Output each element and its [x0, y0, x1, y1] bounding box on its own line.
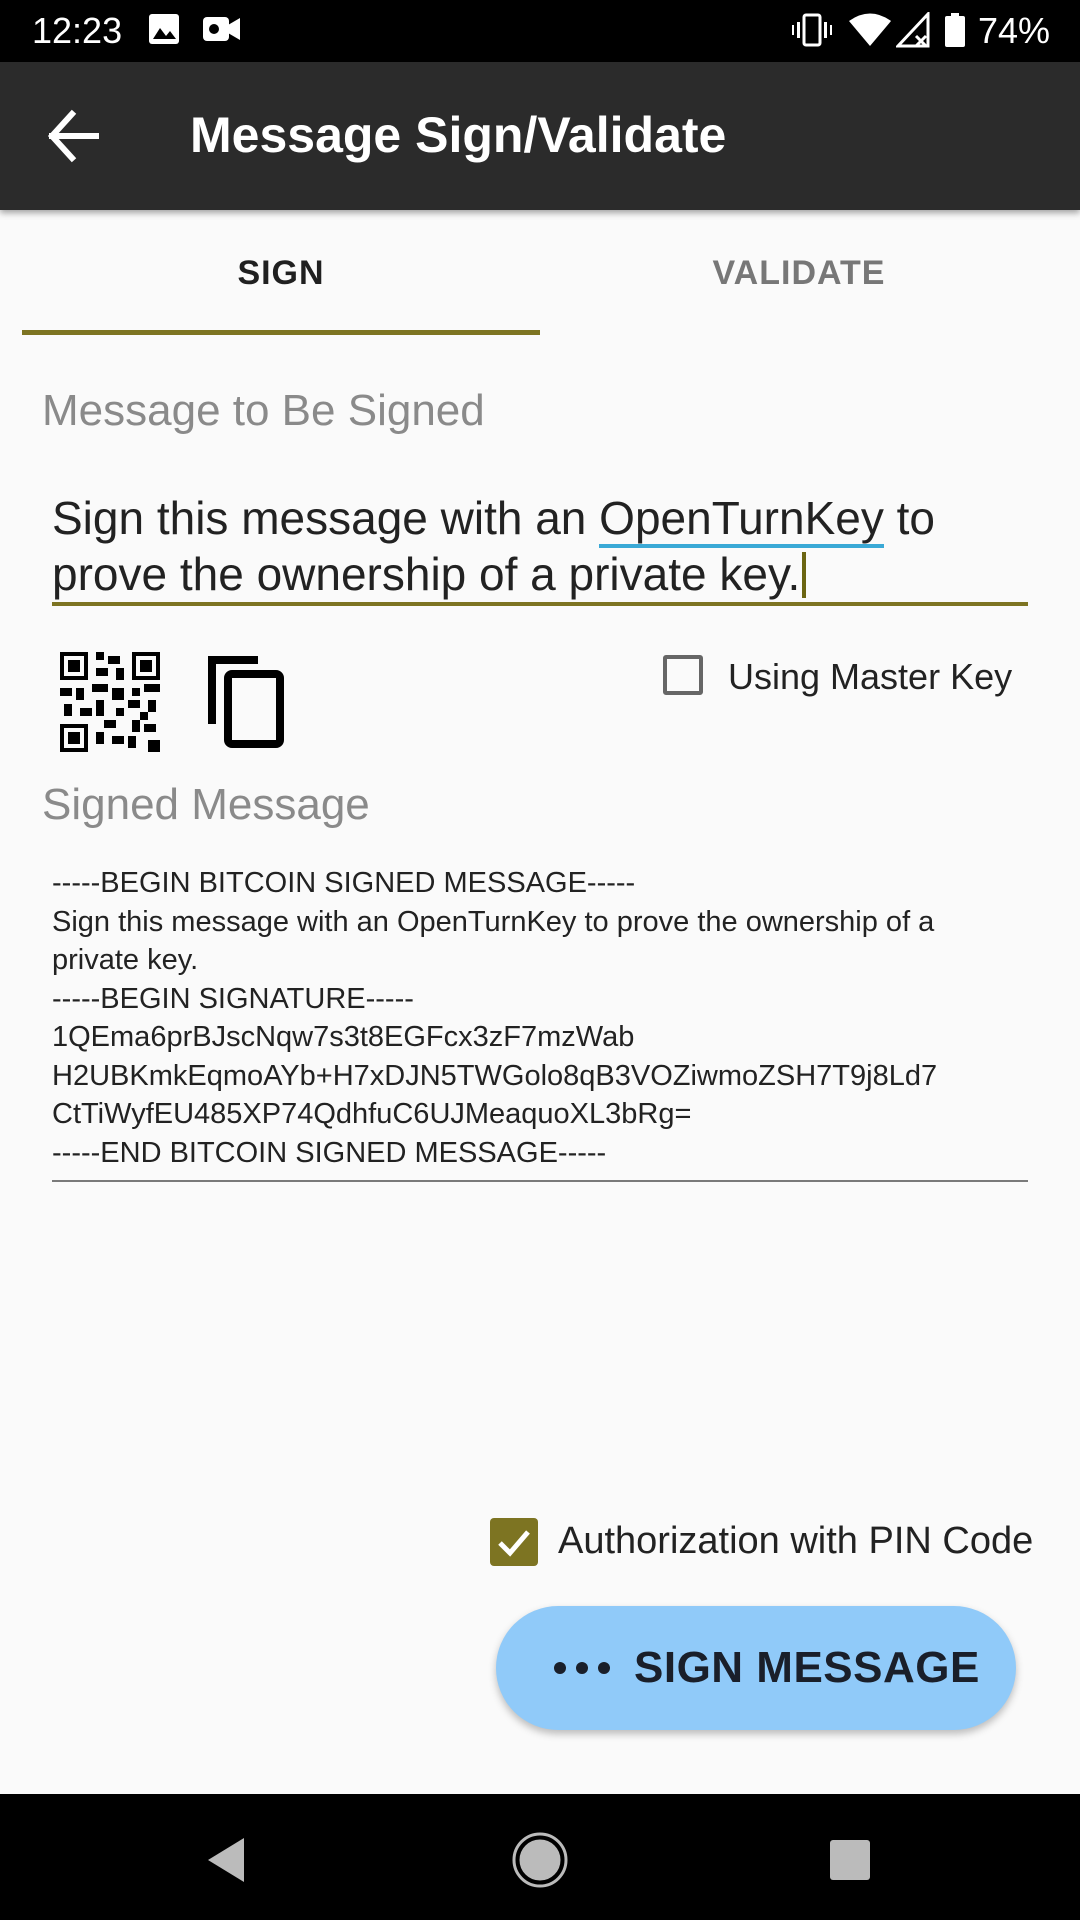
message-text-part2: to — [883, 492, 935, 544]
copy-button[interactable] — [206, 654, 286, 750]
signed-message-line: Sign this message with an OpenTurnKey to… — [52, 905, 935, 938]
status-time: 12:23 — [32, 10, 123, 51]
master-key-checkbox[interactable] — [663, 655, 703, 695]
video-camera-icon — [202, 12, 242, 51]
sign-message-label: SIGN MESSAGE — [634, 1643, 980, 1692]
qr-code-button[interactable] — [60, 652, 160, 752]
system-nav-bar — [0, 1794, 1080, 1920]
pin-auth-label: Authorization with PIN Code — [558, 1520, 1034, 1562]
nav-back-icon — [208, 1838, 244, 1882]
signal-icon — [894, 10, 930, 53]
signed-message-field[interactable]: -----BEGIN BITCOIN SIGNED MESSAGE----- S… — [52, 864, 1028, 1182]
pin-auth-checkbox[interactable] — [490, 1518, 538, 1566]
more-dots-icon — [554, 1662, 610, 1674]
text-caret — [802, 552, 807, 598]
battery-percent: 74% — [978, 10, 1051, 51]
nav-recents-button[interactable] — [820, 1830, 880, 1890]
signed-message-line: -----END BITCOIN SIGNED MESSAGE----- — [52, 1136, 607, 1169]
master-key-label: Using Master Key — [728, 656, 1013, 697]
nav-recents-icon — [830, 1840, 870, 1880]
vibrate-icon — [792, 12, 832, 53]
signed-message-line: -----BEGIN BITCOIN SIGNED MESSAGE----- — [52, 867, 636, 899]
qr-code-icon — [60, 652, 160, 752]
message-field-label: Message to Be Signed — [42, 386, 485, 435]
back-button[interactable] — [44, 108, 104, 164]
page-title: Message Sign/Validate — [190, 107, 727, 163]
copy-icon — [208, 656, 284, 748]
app-bar: Message Sign/Validate — [0, 62, 1080, 210]
battery-icon — [944, 12, 966, 53]
signed-message-label: Signed Message — [42, 780, 370, 829]
wifi-icon — [848, 12, 892, 53]
nav-home-button[interactable] — [510, 1830, 570, 1890]
message-input[interactable]: Sign this message with an OpenTurnKey to… — [52, 490, 1028, 606]
signed-message-line: -----BEGIN SIGNATURE----- — [52, 982, 414, 1015]
sign-message-button[interactable]: SIGN MESSAGE — [496, 1606, 1016, 1730]
status-bar: 12:23 74% — [0, 0, 1080, 62]
arrow-back-icon — [47, 109, 99, 163]
tab-bar: SIGN VALIDATE — [22, 210, 1058, 336]
tab-indicator — [22, 330, 540, 335]
tab-sign[interactable]: SIGN — [22, 210, 540, 336]
tab-validate[interactable]: VALIDATE — [540, 210, 1058, 336]
nav-back-button[interactable] — [196, 1830, 256, 1890]
signed-message-line: CtTiWyfEU485XP74QdhfuC6UJMeaquoXL3bRg= — [52, 1098, 692, 1130]
signed-message-line: 1QEma6prBJscNqw7s3t8EGFcx3zF7mzWab — [52, 1021, 635, 1053]
message-text-spellcheck: OpenTurnKey — [599, 492, 884, 548]
message-text-line2: prove the ownership of a private key. — [52, 548, 801, 600]
image-icon — [148, 12, 180, 51]
nav-home-icon — [512, 1832, 568, 1888]
signed-message-line: H2UBKmkEqmoAYb+H7xDJN5TWGolo8qB3VOZiwmoZ… — [52, 1059, 938, 1092]
checkmark-icon — [498, 1530, 530, 1557]
message-text-part1: Sign this message with an — [52, 492, 600, 544]
signed-message-line: private key. — [52, 944, 199, 976]
